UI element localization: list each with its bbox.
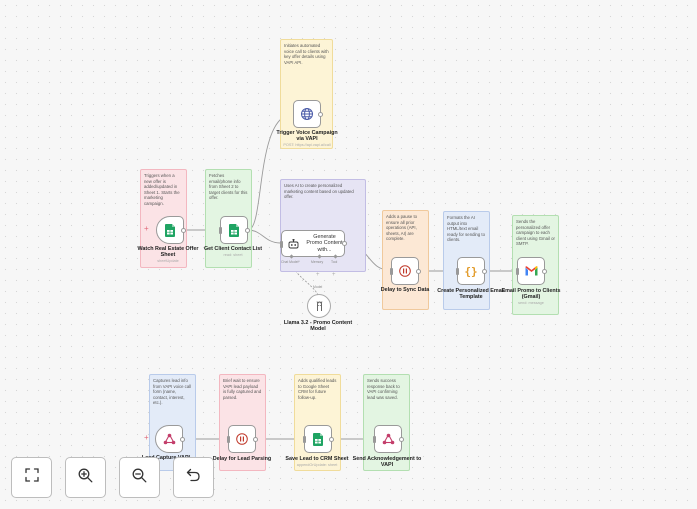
sticky-note-text: Formats the AI output into HTML/text ema… — [447, 215, 485, 243]
node-label: Send Acknowledgement to VAPI — [352, 456, 422, 469]
gmail-icon — [525, 266, 538, 276]
model-connector-label: Model — [313, 285, 323, 289]
zoom-out-icon — [132, 468, 147, 488]
output-handle[interactable] — [329, 437, 334, 442]
output-handle[interactable] — [180, 437, 185, 442]
sticky-note-text: Uses AI to create personalized marketing… — [284, 183, 354, 200]
node-watch-offer-sheet[interactable] — [156, 216, 186, 244]
robot-icon — [288, 238, 299, 249]
zoom-in-icon — [78, 468, 93, 488]
node-label: Llama 3.2 - Promo Content Model — [283, 320, 353, 333]
output-handle[interactable] — [245, 228, 250, 233]
output-handle[interactable] — [253, 437, 258, 442]
node-label: Delay for Lead Parsing — [212, 456, 272, 462]
node-generate-promo-content[interactable]: Generate Promo Content with... — [280, 230, 347, 259]
node-label: Trigger Voice Campaign via VAPI — [276, 130, 338, 143]
add-trigger-icon[interactable]: + — [144, 225, 149, 233]
zoom-out-button[interactable] — [119, 457, 160, 498]
node-subtitle: read: sheet — [223, 253, 243, 257]
zoom-in-button[interactable] — [65, 457, 106, 498]
node-send-ack-vapi[interactable] — [373, 425, 404, 453]
webhook-icon — [163, 433, 176, 445]
edge-get-to-generate — [247, 229, 281, 244]
node-llama-model[interactable] — [307, 294, 331, 318]
google-sheets-icon — [313, 432, 323, 446]
fit-view-icon — [24, 468, 39, 487]
tool-label: Tool — [331, 260, 338, 264]
input-handle[interactable] — [390, 268, 393, 275]
llama-icon — [315, 300, 324, 312]
add-memory-icon[interactable]: + — [316, 272, 320, 278]
input-handle[interactable] — [219, 227, 222, 234]
node-get-client-contacts[interactable] — [219, 216, 250, 244]
sticky-note-text: Adds qualified leads to Google Sheet CRM… — [298, 378, 337, 400]
webhook-icon — [382, 433, 395, 445]
input-handle[interactable] — [456, 268, 459, 275]
sticky-note-text: Initiates automated voice call to client… — [284, 43, 329, 65]
node-create-email-template[interactable]: {} — [456, 257, 487, 285]
add-tool-icon[interactable]: + — [332, 272, 336, 278]
node-label: Email Promo to Clients (Gmail) — [501, 288, 561, 301]
chat-model-label: Chat Model* — [281, 260, 300, 264]
sticky-note-text: Captures lead info from VAPI voice call … — [153, 378, 192, 406]
sticky-note-text: Brief wait to ensure VAPI lead payload i… — [223, 378, 262, 400]
add-trigger-icon[interactable]: + — [144, 434, 149, 442]
input-handle[interactable] — [303, 436, 306, 443]
node-subtitle: appendOrUpdate: sheet — [296, 463, 338, 467]
sticky-note-text: Triggers when a new offer is added/updat… — [144, 173, 180, 206]
output-handle[interactable] — [416, 269, 421, 274]
sticky-note-generate-promo[interactable]: Uses AI to create personalized marketing… — [280, 179, 366, 272]
node-delay-sync-data[interactable] — [390, 257, 421, 285]
node-delay-lead-parsing[interactable] — [227, 425, 258, 453]
fit-view-button[interactable] — [11, 457, 52, 498]
node-label: Delay to Sync Data — [380, 287, 430, 293]
sticky-note-text: Sends the personalized offer campaign to… — [516, 219, 555, 247]
google-sheets-icon — [165, 223, 175, 237]
node-label: Watch Real Estate Offer Sheet — [137, 246, 199, 259]
input-handle[interactable] — [373, 436, 376, 443]
node-label: Save Lead to CRM Sheet — [285, 456, 349, 462]
undo-icon — [186, 468, 201, 487]
node-subtitle: POST: https://api.vapi.ai/call — [283, 143, 331, 147]
globe-icon — [300, 107, 314, 121]
node-subtitle: send: message — [518, 301, 544, 305]
code-braces-icon: {} — [464, 264, 478, 278]
pause-icon — [236, 433, 248, 445]
undo-button[interactable] — [173, 457, 214, 498]
sticky-note-text: Adds a pause to ensure all prior operati… — [386, 214, 418, 242]
node-lead-capture-vapi[interactable] — [155, 425, 185, 453]
output-handle[interactable] — [342, 241, 347, 246]
node-label: Generate Promo Content with... — [306, 233, 343, 253]
output-handle[interactable] — [181, 228, 186, 233]
node-email-promo-gmail[interactable] — [516, 257, 547, 285]
output-handle[interactable] — [482, 269, 487, 274]
pause-icon — [399, 265, 411, 277]
input-handle[interactable] — [516, 268, 519, 275]
input-handle[interactable] — [227, 436, 230, 443]
output-handle[interactable] — [542, 269, 547, 274]
node-save-lead-crm[interactable] — [303, 425, 334, 453]
output-handle[interactable] — [318, 112, 323, 117]
sticky-note-text: Fetches email/phone info from Sheet 2 to… — [209, 173, 248, 201]
output-handle[interactable] — [399, 437, 404, 442]
node-subtitle: sheetUpdate — [157, 259, 179, 263]
memory-label: Memory — [311, 260, 324, 264]
node-label: Get Client Contact List — [203, 246, 263, 252]
sticky-note-text: Sends success response back to VAPI conf… — [367, 378, 400, 400]
node-trigger-voice-campaign[interactable] — [293, 100, 323, 128]
input-handle[interactable] — [280, 241, 283, 248]
google-sheets-icon — [229, 223, 239, 237]
